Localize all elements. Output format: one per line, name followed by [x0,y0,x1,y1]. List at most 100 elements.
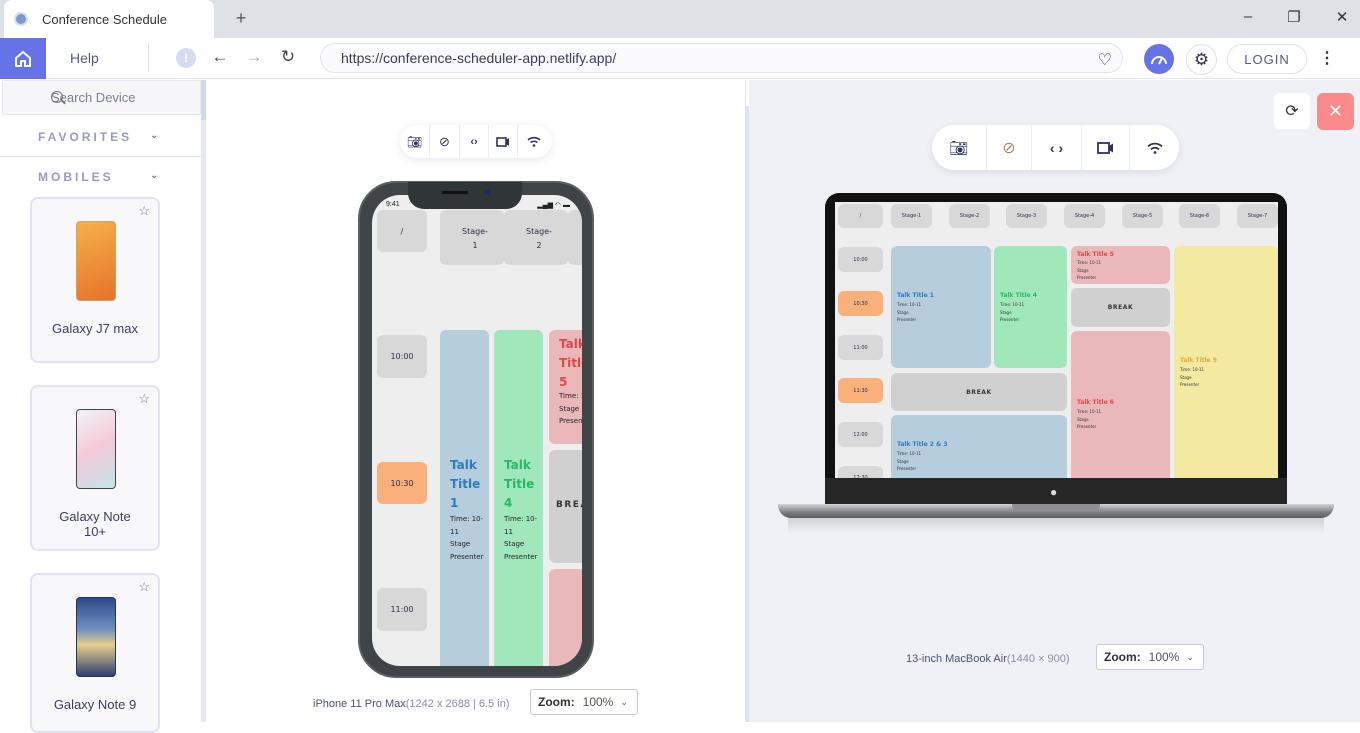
camera-icon[interactable]: 📷︎ [932,125,987,170]
talk-presenter: Presenter [559,417,582,425]
time-slot: 11:30 [838,378,883,403]
header-cell: Stage-1 [891,204,932,228]
time-slot: 10:00 [838,247,883,272]
gear-icon: ⚙ [1193,49,1210,69]
browser-tab[interactable]: Conference Schedule [4,0,214,38]
iphone-notch [408,182,522,209]
talk-card[interactable]: Talk Title 2 & 3 Time: 10-11 Stage Present… [891,415,1067,478]
section-mobiles[interactable]: MOBILES [38,170,114,184]
browser-title-bar: Conference Schedule + – ❐ ✕ [0,0,1360,38]
header-cell: Stage-5 [1122,204,1163,228]
talk-time: Time: 10-11 [450,515,484,536]
header-cell: Stage-2 [949,204,990,228]
iphone-screen[interactable]: 9:41 ▂▄▆ ◠ ▬ / Stage-1 Stage-2 10:00 10:… [372,195,582,666]
time-slot: 12:00 [838,422,883,447]
macbook-shadow [788,518,1324,534]
forward-icon[interactable]: → [244,47,264,67]
info-icon[interactable]: ! [176,48,196,68]
back-icon[interactable]: ← [210,47,230,67]
close-preview-button[interactable]: ✕ [1317,93,1354,130]
header-cell: Stage-7 [1237,204,1278,228]
device-thumbnail [76,221,116,301]
talk-title: Talk Title 5 [559,337,582,389]
talk-card[interactable]: Talk Title 5 Time: 10-11StagePresenter [1071,246,1170,284]
talk-card[interactable]: Talk Title 1 Time: 10-11 Stage Presenter [440,330,489,666]
home-button[interactable] [0,38,46,79]
apple-logo-icon: ● [1050,485,1058,499]
wifi-icon[interactable] [1130,125,1179,170]
talk-card[interactable]: Talk Title 5 Time: 10-11StagePresenter [549,330,582,444]
device-card[interactable]: ☆ Galaxy Note 10+ [30,385,160,551]
minimize-icon[interactable]: – [1238,8,1258,25]
code-icon[interactable]: ‹› [460,125,489,158]
talk-stage: Stage [504,540,525,548]
chevron-down-icon[interactable]: ⌄ [150,170,158,181]
rotate-icon[interactable]: ⊘ [987,125,1032,170]
device-card[interactable]: ☆ Galaxy Note 9 [30,573,160,733]
talk-card[interactable]: Talk Title 9 Time: 10-11 Stage Presenter [1174,246,1278,478]
more-menu-icon[interactable]: ⋮ [1319,48,1335,68]
new-tab-button[interactable]: + [232,8,250,29]
talk-card[interactable]: Talk Title 6 Time: 10-11 Stage Presenter [1071,331,1170,478]
maximize-icon[interactable]: ❐ [1284,8,1304,26]
heart-icon[interactable]: ♡ [1098,50,1112,70]
speedometer-icon [1151,56,1167,65]
break-card: BREAK [891,373,1067,411]
device-thumbnail [76,409,116,489]
mobile-zoom-select[interactable]: Zoom: 100% ⌄ [530,689,638,715]
status-icons: ▂▄▆ ◠ ▬ [537,202,570,209]
globe-icon [14,12,28,26]
sync-icon: ⟳ [1285,103,1299,120]
mobile-controls: 📷︎ ⊘ ‹› [400,125,552,158]
talk-card[interactable]: Talk Title 4 Time: 10-11 Stage Presenter [994,246,1067,368]
talk-stage: Stage [450,540,471,548]
section-favorites[interactable]: FAVORITES [38,130,132,144]
header-cell [568,210,582,265]
talk-card[interactable]: Talk Title 1 Time: 10-11 Stage Presenter [891,246,991,368]
time-slot: 11:00 [377,588,427,631]
iphone-frame: 9:41 ▂▄▆ ◠ ▬ / Stage-1 Stage-2 10:00 10:… [358,181,594,678]
url-bar[interactable]: https://conference-scheduler-app.netlify… [320,43,1123,73]
rotate-sync-button[interactable]: ⟳ [1274,93,1310,129]
star-icon[interactable]: ☆ [138,579,150,595]
desktop-controls: 📷︎ ⊘ ‹ › [932,125,1179,170]
rotate-icon[interactable]: ⊘ [430,125,460,158]
macbook-screen[interactable]: / Stage-1 Stage-2 Stage-3 Stage-4 Stage-… [835,202,1278,478]
header-cell: / [377,210,427,252]
close-window-icon[interactable]: ✕ [1332,8,1352,26]
settings-button[interactable]: ⚙ [1186,44,1217,75]
desktop-zoom-select[interactable]: Zoom: 100% ⌄ [1096,644,1204,670]
header-cell: Stage-2 [504,210,568,265]
performance-button[interactable] [1144,44,1174,74]
chevron-down-icon: ⌄ [1186,651,1194,662]
macbook-notch [1012,504,1100,511]
talk-card[interactable]: Talk Title 4 Time: 10-11 Stage Presenter [494,330,543,666]
talk-time: Time: 10-11 [504,515,538,536]
reload-icon[interactable]: ↻ [278,47,298,67]
help-link[interactable]: Help [70,50,99,66]
talk-presenter: Presenter [450,552,484,561]
code-icon[interactable]: ‹ › [1032,125,1082,170]
talk-card[interactable] [549,569,582,666]
star-icon[interactable]: ☆ [138,203,150,219]
talk-title: Talk Title 9 [1180,357,1217,364]
talk-stage: Stage [559,404,580,413]
device-name: Galaxy J7 max [52,321,138,336]
video-icon[interactable] [1082,125,1130,170]
break-card: BREAK [549,450,582,563]
search-device-input[interactable]: Search Device [2,80,201,115]
status-time: 9:41 [386,201,400,208]
wifi-icon[interactable] [518,125,550,158]
device-thumbnail [76,597,116,677]
login-button[interactable]: LOGIN [1227,44,1307,74]
video-icon[interactable] [489,125,518,158]
device-card[interactable]: ☆ Galaxy J7 max [30,197,160,363]
talk-title: Talk Title 4 [504,458,535,510]
camera-icon[interactable]: 📷︎ [400,125,430,158]
star-icon[interactable]: ☆ [138,391,150,407]
header-cell: Stage-4 [1064,204,1105,228]
talk-title: Talk Title 2 & 3 [897,441,948,448]
chevron-down-icon[interactable]: ⌄ [150,130,158,141]
mobile-device-label: iPhone 11 Pro Max(1242 x 2688 | 6.5 in) [313,698,510,710]
time-slot: 11:00 [838,335,883,360]
